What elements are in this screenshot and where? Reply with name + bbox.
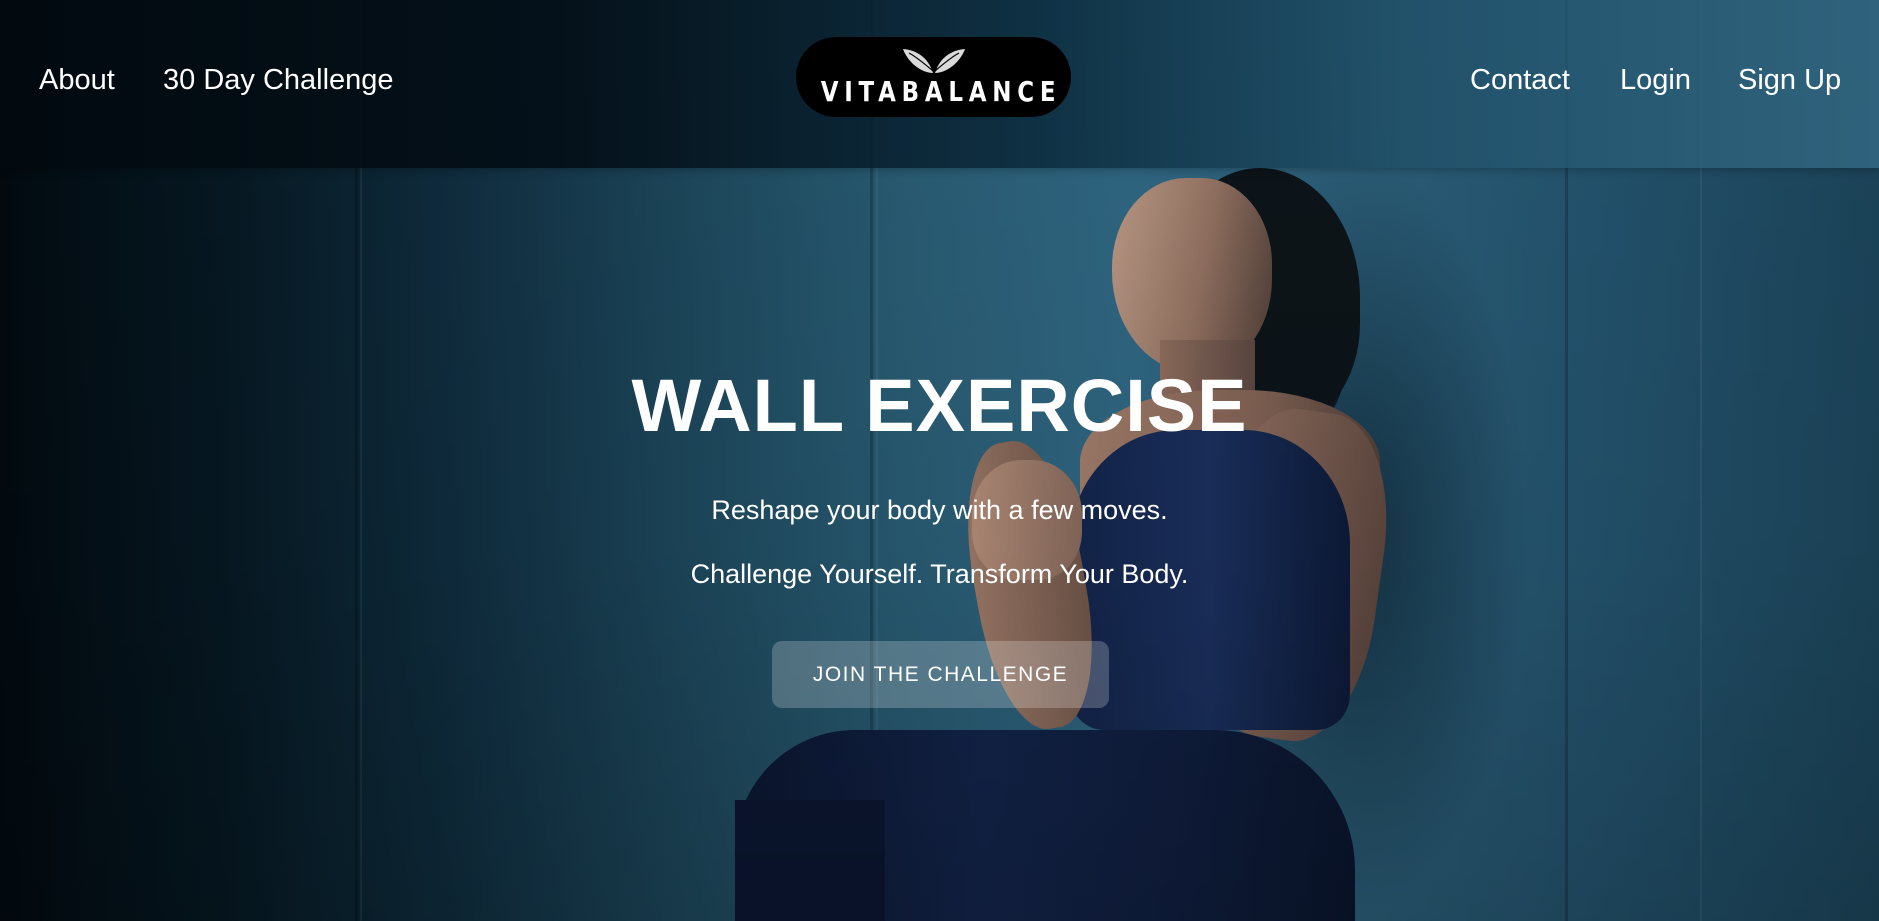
nav-login-link[interactable]: Login bbox=[1620, 62, 1691, 98]
hero-subtitle: Reshape your body with a few moves. bbox=[711, 495, 1168, 525]
nav-contact-link[interactable]: Contact bbox=[1470, 62, 1570, 98]
hero-title: WALL EXERCISE bbox=[631, 364, 1248, 447]
site-header: About 30 Day Challenge VITABALANCE Conta… bbox=[0, 0, 1879, 168]
logo-wordmark: VITABALANCE bbox=[820, 75, 1062, 108]
leaves-icon bbox=[903, 49, 965, 73]
nav-30-day-challenge-link[interactable]: 30 Day Challenge bbox=[163, 62, 394, 98]
site-logo[interactable]: VITABALANCE bbox=[796, 37, 1071, 117]
nav-about-link[interactable]: About bbox=[39, 62, 115, 98]
nav-sign-up-link[interactable]: Sign Up bbox=[1738, 62, 1841, 98]
join-challenge-button[interactable]: JOIN THE CHALLENGE bbox=[772, 641, 1109, 708]
hero-tagline: Challenge Yourself. Transform Your Body. bbox=[690, 559, 1189, 589]
